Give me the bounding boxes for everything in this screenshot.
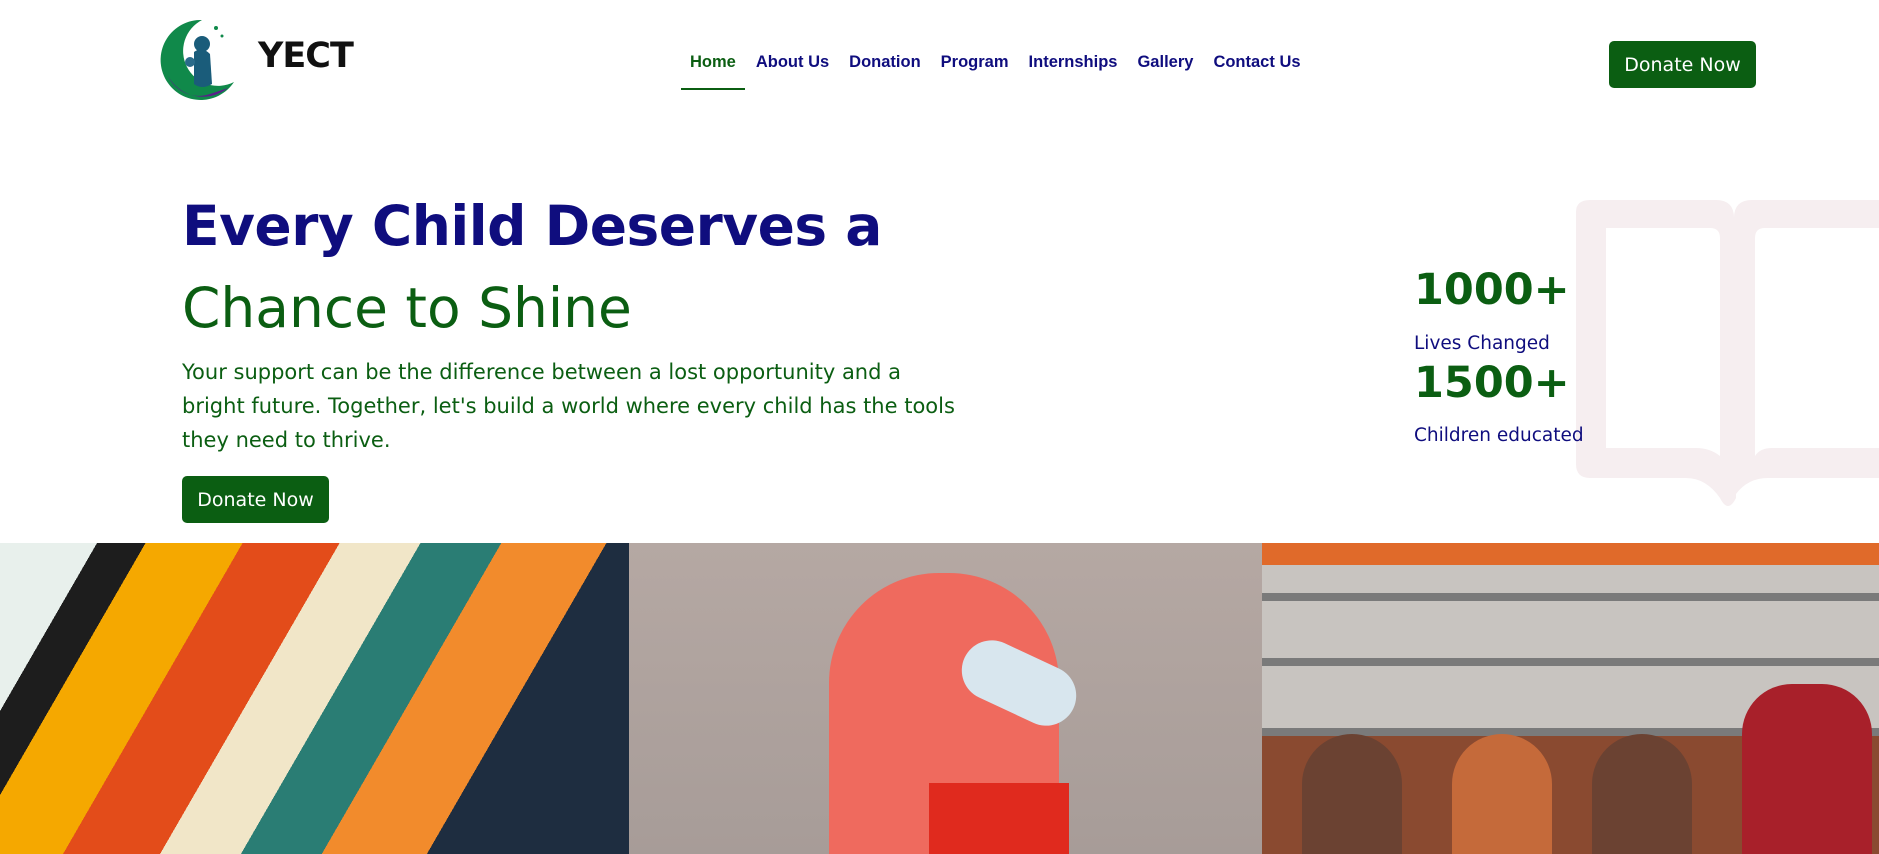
photo-children-group <box>1262 543 1879 854</box>
main-nav: Home About Us Donation Program Internshi… <box>680 50 1311 90</box>
stat-lives-value: 1000+ <box>1414 265 1570 315</box>
hero-donate-button[interactable]: Donate Now <box>182 476 329 523</box>
stat-children-label: Children educated <box>1414 425 1584 446</box>
stat-lives-label: Lives Changed <box>1414 333 1550 354</box>
photo-food-distribution <box>0 543 629 854</box>
hero-title-line2: Chance to Shine <box>182 276 632 340</box>
photo-child-drinking <box>629 543 1262 854</box>
stat-children-value: 1500+ <box>1414 358 1570 408</box>
nav-internships[interactable]: Internships <box>1019 50 1128 90</box>
nav-about-us[interactable]: About Us <box>746 50 839 90</box>
nav-program[interactable]: Program <box>931 50 1019 90</box>
header-donate-button[interactable]: Donate Now <box>1609 41 1756 88</box>
hero-title-line1: Every Child Deserves a <box>182 194 882 258</box>
brand-name[interactable]: YECT <box>258 36 354 76</box>
nav-contact-us[interactable]: Contact Us <box>1203 50 1310 90</box>
hero-description: Your support can be the difference betwe… <box>182 360 955 452</box>
nav-gallery[interactable]: Gallery <box>1127 50 1203 90</box>
open-book-watermark-icon <box>1576 198 1879 521</box>
photo-strip <box>0 543 1879 854</box>
nav-home[interactable]: Home <box>680 50 746 90</box>
logo[interactable] <box>150 14 242 110</box>
logo-emblem-icon <box>160 19 234 100</box>
nav-donation[interactable]: Donation <box>839 50 931 90</box>
